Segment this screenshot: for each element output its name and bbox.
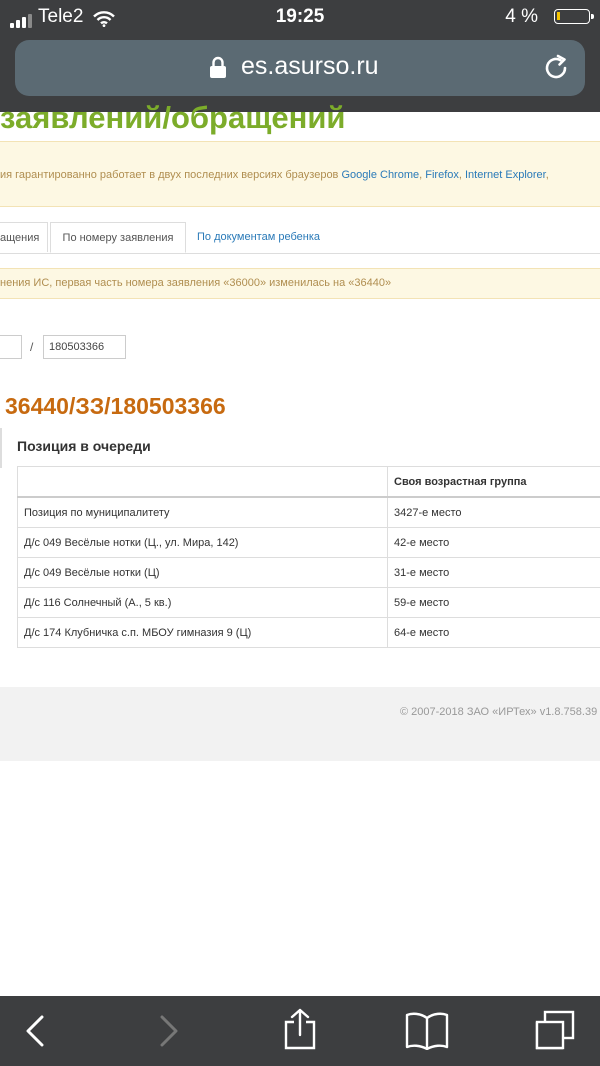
column-header-age-group: Своя возрастная группа [387, 466, 600, 498]
link-internet-explorer[interactable]: Internet Explorer [465, 169, 546, 181]
column-header-name [17, 466, 388, 498]
row-name: Д/с 049 Весёлые нотки (Ц., ул. Мира, 142… [17, 527, 388, 558]
row-name: Д/с 049 Весёлые нотки (Ц) [17, 557, 388, 588]
number-separator: / [30, 340, 34, 354]
address-bar[interactable]: es.asurso.ru [15, 40, 585, 96]
link-firefox[interactable]: Firefox [425, 169, 459, 181]
table-row: Д/с 049 Весёлые нотки (Ц., ул. Мира, 142… [17, 527, 600, 558]
browser-toolbar [0, 996, 600, 1066]
share-icon[interactable] [282, 1008, 318, 1050]
table-row: Позиция по муниципалитету 3427-е место [17, 496, 600, 528]
row-place: 42-е место [387, 527, 600, 558]
battery-percent: 4 % [505, 6, 538, 27]
bookmarks-icon[interactable] [404, 1012, 450, 1050]
tab-by-child-documents[interactable]: По документам ребенка [197, 222, 320, 252]
tab-by-appeal[interactable]: ащения [0, 222, 48, 252]
browser-top-bar: Tele2 19:25 4 % es.asurso.ru [0, 0, 600, 112]
table-row: Д/с 174 Клубничка с.п. МБОУ гимназия 9 (… [17, 617, 600, 648]
tab-by-application-number[interactable]: По номеру заявления [50, 222, 186, 253]
row-name: Д/с 116 Солнечный (А., 5 кв.) [17, 587, 388, 618]
application-number-input[interactable]: 180503366 [43, 335, 126, 359]
page-title: заявлений/обращений [0, 100, 346, 135]
page-footer: © 2007-2018 ЗАО «ИРТех» v1.8.758.39 [0, 687, 600, 761]
row-place: 3427-е место [387, 496, 600, 528]
search-tabs: ащения По номеру заявления По документам… [0, 222, 600, 254]
url-text: es.asurso.ru [241, 52, 379, 80]
copyright-text: © 2007-2018 ЗАО «ИРТех» v1.8.758.39 [400, 706, 598, 718]
application-number-heading: 36440/ЗЗ/180503366 [5, 393, 226, 419]
table-header-row: Своя возрастная группа [17, 466, 600, 498]
table-row: Д/с 116 Солнечный (А., 5 кв.) 59-е место [17, 587, 600, 618]
number-prefix-input[interactable] [0, 335, 22, 359]
link-google-chrome[interactable]: Google Chrome [341, 169, 419, 181]
notice-text: ия гарантированно работает в двух послед… [0, 169, 339, 181]
section-divider [0, 428, 2, 468]
reload-icon[interactable] [541, 53, 571, 83]
row-place: 59-е место [387, 587, 600, 618]
table-row: Д/с 049 Весёлые нотки (Ц) 31-е место [17, 557, 600, 588]
forward-icon[interactable] [158, 1014, 180, 1048]
battery-icon [554, 9, 594, 24]
row-name: Позиция по муниципалитету [17, 496, 388, 528]
row-name: Д/с 174 Клубничка с.п. МБОУ гимназия 9 (… [17, 617, 388, 648]
queue-section-title: Позиция в очереди [17, 438, 151, 454]
queue-table: Своя возрастная группа Позиция по муници… [17, 466, 600, 648]
browser-support-notice: ия гарантированно работает в двух послед… [0, 141, 600, 207]
tabs-icon[interactable] [533, 1010, 577, 1050]
number-change-notice: нения ИС, первая часть номера заявления … [0, 268, 600, 299]
back-icon[interactable] [24, 1014, 46, 1048]
row-place: 31-е место [387, 557, 600, 588]
lock-icon [210, 56, 226, 78]
row-place: 64-е место [387, 617, 600, 648]
notice-tail: , [545, 169, 549, 181]
status-bar: Tele2 19:25 4 % [0, 0, 600, 34]
